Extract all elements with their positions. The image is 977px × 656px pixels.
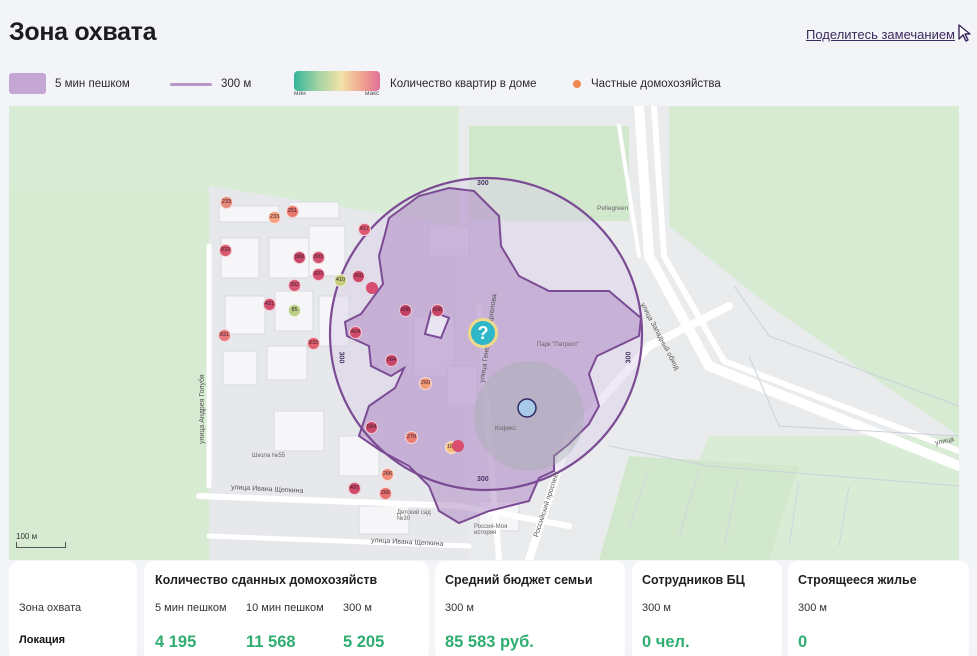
poi-park: Парк "Патриот" <box>537 342 580 348</box>
house-marker[interactable]: 833 <box>312 268 325 281</box>
map-legend: 5 мин пешком 300 м мин макс Количество к… <box>9 71 969 97</box>
map-scale: 100 м <box>16 532 66 548</box>
households-5min-value: 4 195 <box>155 633 197 651</box>
gradient-max-label: макс <box>365 90 380 97</box>
budget-title: Средний бюджет семьи <box>445 573 593 587</box>
budget-card: Средний бюджет семьи 300 м 85 583 руб. <box>435 561 625 656</box>
house-marker[interactable]: 833 <box>312 251 325 264</box>
house-marker[interactable]: 560 <box>352 270 365 283</box>
house-marker[interactable]: 564 <box>385 354 398 367</box>
private-household-dot <box>452 440 464 452</box>
house-marker[interactable]: 564 <box>365 421 378 434</box>
private-label: Частные домохозяйства <box>591 78 721 90</box>
page-title: Зона охвата <box>9 18 157 46</box>
construction-value: 0 <box>798 633 808 651</box>
poi-school: Школа №55 <box>252 453 286 459</box>
budget-value: 85 583 руб. <box>445 633 534 651</box>
private-household-dot <box>366 282 378 294</box>
scale-label: 100 м <box>16 532 38 541</box>
house-marker[interactable]: 279 <box>405 431 418 444</box>
house-marker[interactable]: 831 <box>218 329 231 342</box>
house-marker[interactable]: 560 <box>293 251 306 264</box>
households-300m-value: 5 205 <box>343 633 385 651</box>
radius-swatch <box>170 83 212 86</box>
house-marker[interactable]: 608 <box>431 304 444 317</box>
house-marker[interactable]: 251 <box>286 205 299 218</box>
row-labels-card: Зона охвата Локация <box>9 561 137 656</box>
house-marker[interactable]: 260 <box>419 377 432 390</box>
households-title: Количество сданных домохозяйств <box>155 573 378 587</box>
ring-label-left: 300 <box>337 351 345 364</box>
employees-label: 300 м <box>642 602 671 614</box>
ring-label-top: 300 <box>477 180 489 187</box>
households-5min-label: 5 мин пешком <box>155 602 227 614</box>
poi-kindergarten: Детский сад №30 <box>397 510 431 522</box>
ring-label-bottom: 300 <box>477 476 489 483</box>
house-marker[interactable]: 233 <box>268 211 281 224</box>
house-marker[interactable]: 431 <box>263 298 276 311</box>
construction-title: Строящееся жилье <box>798 573 917 587</box>
house-marker[interactable]: 392 <box>288 279 301 292</box>
map[interactable]: 300 300 300 300 улица Западный обход ули… <box>9 106 959 560</box>
row-label-zone: Зона охвата <box>19 602 82 614</box>
house-marker[interactable]: 833 <box>219 244 232 257</box>
gradient-min-label: мин <box>294 90 306 97</box>
house-marker[interactable]: 608 <box>399 304 412 317</box>
employees-value: 0 чел. <box>642 633 690 651</box>
row-label-location: Локация <box>19 634 66 646</box>
apartments-label: Количество квартир в доме <box>390 78 537 90</box>
households-10min-value: 11 568 <box>246 633 296 651</box>
construction-card: Строящееся жилье 300 м 0 <box>788 561 969 656</box>
street-label-golubya: улица Андрея Голубя <box>199 374 206 444</box>
households-300m-label: 300 м <box>343 602 372 614</box>
ring-label-right: 300 <box>625 351 633 364</box>
house-marker[interactable]: 497 <box>348 482 361 495</box>
house-marker[interactable]: 233 <box>220 196 233 209</box>
employees-card: Сотрудников БЦ 300 м 0 чел. <box>632 561 782 656</box>
employees-title: Сотрудников БЦ <box>642 573 745 587</box>
apartments-gradient <box>294 71 380 91</box>
location-marker-icon[interactable]: ? <box>468 318 498 348</box>
private-dot <box>573 80 581 88</box>
budget-label: 300 м <box>445 602 474 614</box>
house-marker[interactable]: 266 <box>379 487 392 500</box>
poi-pellegreen: Pellegreen <box>597 205 629 212</box>
walk-zone-swatch <box>9 73 46 94</box>
house-marker[interactable]: 417 <box>358 223 371 236</box>
radius-label: 300 м <box>221 78 252 90</box>
house-marker[interactable]: 833 <box>307 337 320 350</box>
households-card: Количество сданных домохозяйств 5 мин пе… <box>144 561 429 656</box>
poi-kofiks: Кофикс <box>495 426 516 432</box>
house-marker[interactable]: 424 <box>349 326 362 339</box>
poi-russia-history: Россия-Моя история <box>474 524 508 536</box>
walk-zone-label: 5 мин пешком <box>55 78 130 90</box>
house-marker[interactable]: 85 <box>288 304 301 317</box>
house-marker[interactable]: 266 <box>381 468 394 481</box>
stats-panel: Зона охвата Локация Количество сданных д… <box>9 561 969 656</box>
share-feedback-link[interactable]: Поделитесь замечанием <box>806 27 955 42</box>
construction-label: 300 м <box>798 602 827 614</box>
households-10min-label: 10 мин пешком <box>246 602 324 614</box>
cursor-icon <box>958 24 971 42</box>
house-marker[interactable]: 410 <box>334 274 347 287</box>
scale-bar <box>16 542 66 548</box>
